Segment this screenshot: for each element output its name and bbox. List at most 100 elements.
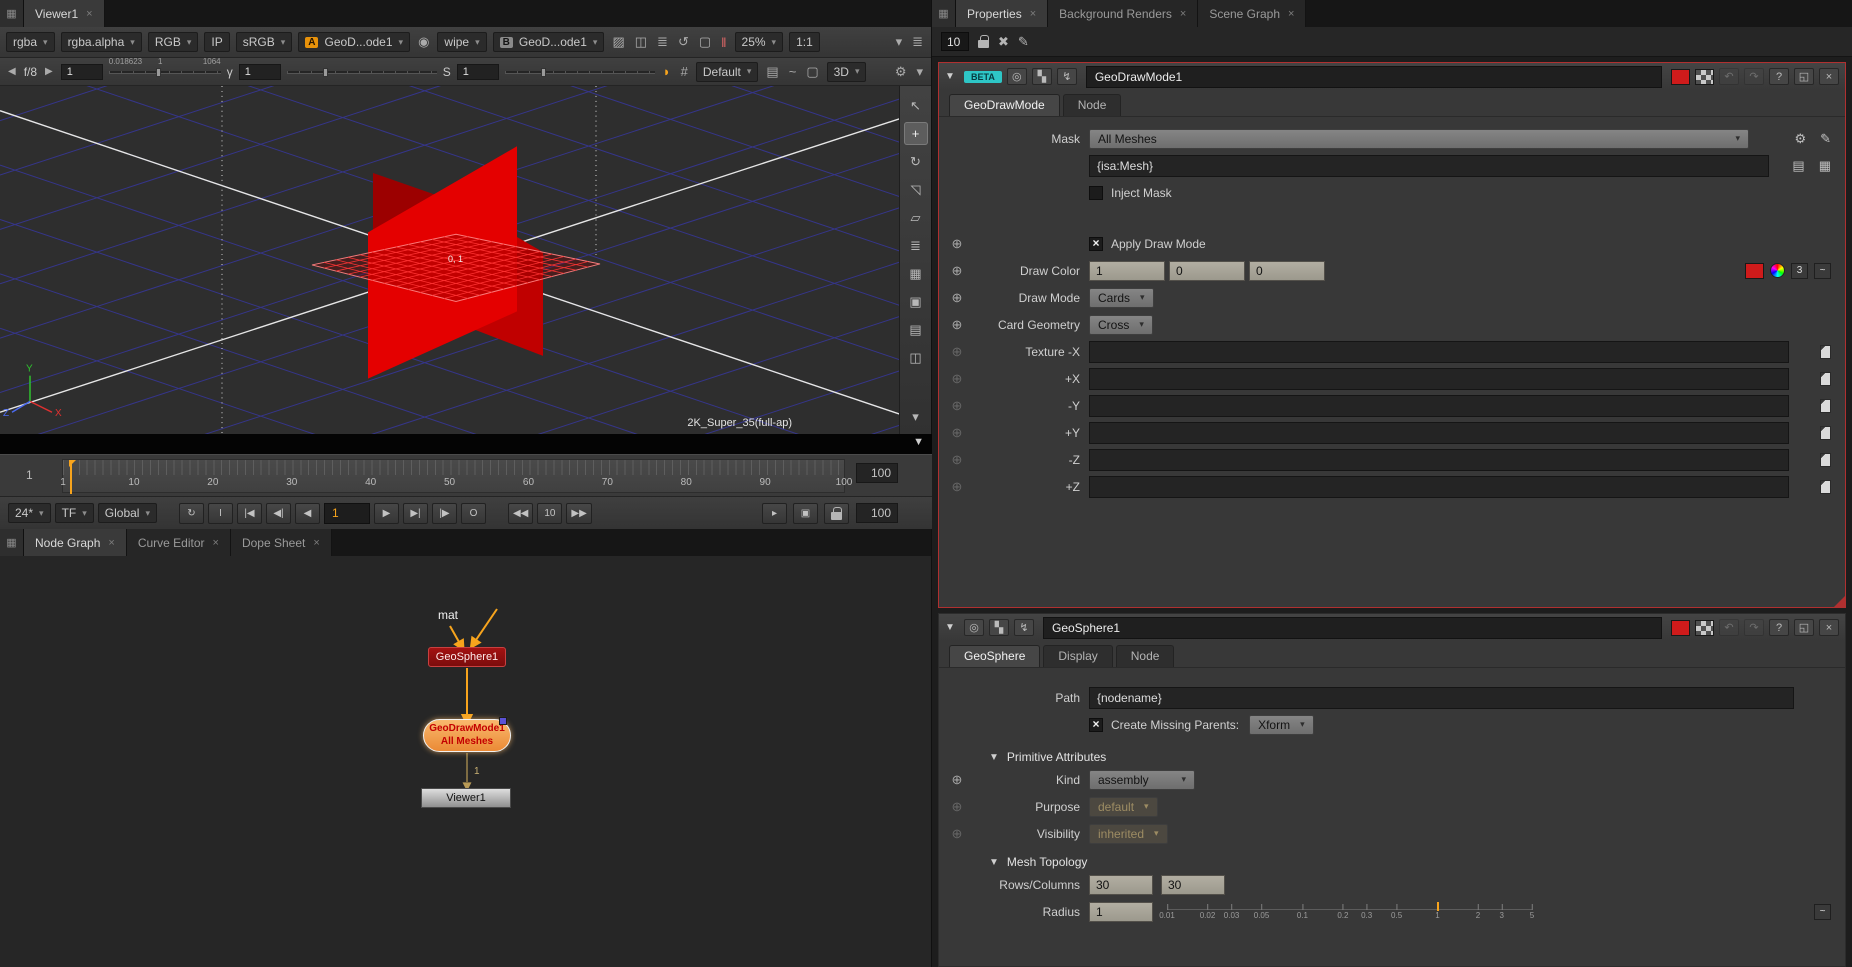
- goto-end-button[interactable]: |▶: [432, 503, 457, 524]
- fstop-prev-icon[interactable]: ◀: [6, 66, 18, 77]
- skew-tool-icon[interactable]: ▱: [904, 206, 928, 229]
- viewport-3d[interactable]: 0, 1 Y X Z 2K_Super_35(full-ap): [0, 86, 900, 434]
- close-icon[interactable]: ×: [1180, 8, 1186, 20]
- proxy-toggle-icon[interactable]: ▨: [610, 34, 626, 50]
- animation-menu-icon[interactable]: ⊕: [939, 317, 975, 333]
- animation-menu-icon[interactable]: ⊕: [939, 425, 975, 441]
- channel-count-button[interactable]: 3: [1791, 263, 1808, 279]
- add-from-scene-icon[interactable]: ▦: [1819, 158, 1831, 174]
- pause-icon[interactable]: ‖: [719, 35, 728, 50]
- lock-panels-icon[interactable]: [978, 40, 989, 48]
- radius-field[interactable]: [1089, 902, 1153, 922]
- gear-icon[interactable]: ⚙: [1794, 131, 1806, 147]
- mesh-topology-section[interactable]: Mesh Topology: [989, 855, 1831, 869]
- node-flags-icon[interactable]: ▚: [1032, 68, 1052, 85]
- node-color-swatch[interactable]: [1671, 69, 1690, 85]
- gate-display-icon[interactable]: ▢: [804, 64, 820, 80]
- animation-curve-icon[interactable]: ~: [1814, 263, 1831, 279]
- input-b-dropdown[interactable]: B GeoD...ode1: [493, 32, 605, 52]
- node-geosphere1[interactable]: GeoSphere1: [428, 647, 506, 667]
- center-in-dag-icon[interactable]: ◎: [1007, 68, 1027, 85]
- step-forward-button[interactable]: ▶▶: [566, 503, 591, 524]
- close-icon[interactable]: ×: [1030, 8, 1036, 20]
- radius-slider-marker[interactable]: [1437, 902, 1439, 911]
- texture-plus-x-field[interactable]: [1089, 368, 1789, 390]
- shading-mode-icon[interactable]: ▤: [904, 318, 928, 341]
- display-preset-dropdown[interactable]: Default: [696, 62, 759, 82]
- playback-range-end-field[interactable]: 100: [856, 503, 898, 523]
- file-browse-icon[interactable]: [1820, 399, 1831, 413]
- file-browse-icon[interactable]: [1820, 345, 1831, 359]
- input-process-button[interactable]: IP: [204, 32, 229, 52]
- node-color-swatch[interactable]: [1671, 620, 1690, 636]
- radius-slider[interactable]: 0.01 0.02 0.03 0.05 0.1 0.2 0.3 0.5 1 2 …: [1167, 900, 1532, 924]
- timeline-mode-dropdown[interactable]: TF: [55, 503, 94, 523]
- timeline-ruler[interactable]: 1 10 20 30 40 50 60 70 80 90 100: [62, 459, 845, 493]
- tab-display[interactable]: Display: [1043, 645, 1112, 667]
- view-mode-3d-dropdown[interactable]: 3D: [827, 62, 867, 82]
- close-icon[interactable]: ×: [213, 537, 219, 549]
- grid-display-icon[interactable]: ▦: [904, 262, 928, 285]
- tab-dope-sheet[interactable]: Dope Sheet×: [231, 529, 332, 556]
- primitive-attributes-section[interactable]: Primitive Attributes: [989, 750, 1831, 764]
- gamma-slider-thumb[interactable]: [323, 68, 328, 77]
- out-point-button[interactable]: O: [461, 503, 486, 524]
- toolbar-overflow-icon[interactable]: ▾: [894, 34, 905, 50]
- close-icon[interactable]: ×: [108, 537, 114, 549]
- mask-expression-field[interactable]: [1089, 155, 1769, 177]
- scale-tool-icon[interactable]: ◹: [904, 178, 928, 201]
- occlusion-mode-icon[interactable]: ◫: [904, 346, 928, 369]
- filmstrip-icon[interactable]: ▤: [764, 64, 780, 80]
- play-reverse-button[interactable]: ◀: [295, 503, 320, 524]
- tab-viewer1[interactable]: Viewer1 ×: [24, 0, 105, 27]
- columns-field[interactable]: [1161, 875, 1225, 895]
- close-panel-icon[interactable]: ×: [1819, 68, 1839, 85]
- viewer-lut-dropdown[interactable]: sRGB: [236, 32, 293, 52]
- zoom-level-dropdown[interactable]: 25%: [735, 32, 784, 52]
- eyedropper-icon[interactable]: ✎: [1820, 131, 1831, 147]
- refresh-icon[interactable]: ↺: [676, 34, 691, 50]
- loop-mode-button[interactable]: ↻: [179, 503, 204, 524]
- scene-list-icon[interactable]: ▤: [1792, 158, 1804, 174]
- animation-menu-icon[interactable]: ⊕: [939, 398, 975, 414]
- close-all-panels-icon[interactable]: ✖: [998, 34, 1009, 50]
- toolbar-menu-icon[interactable]: ≣: [910, 34, 925, 50]
- range-end-field[interactable]: 100: [856, 463, 898, 483]
- gain-slider[interactable]: 0.018623 1 1064: [109, 66, 221, 78]
- draw-color-swatch[interactable]: [1745, 263, 1764, 279]
- roi-icon[interactable]: ▢: [697, 34, 713, 50]
- texture-minus-y-field[interactable]: [1089, 395, 1789, 417]
- animation-menu-icon[interactable]: ⊕: [939, 452, 975, 468]
- animation-menu-icon[interactable]: ⊕: [939, 344, 975, 360]
- node-geodrawmode1[interactable]: GeoDrawMode1 All Meshes: [423, 719, 511, 752]
- animation-curve-icon[interactable]: ~: [1814, 904, 1831, 920]
- saturation-slider-thumb[interactable]: [541, 68, 546, 77]
- in-point-button[interactable]: I: [208, 503, 233, 524]
- fps-dropdown[interactable]: 24*: [8, 503, 51, 523]
- draw-color-g-field[interactable]: [1169, 261, 1245, 281]
- close-panel-icon[interactable]: ×: [1819, 619, 1839, 636]
- close-icon[interactable]: ×: [313, 537, 319, 549]
- frame-range-scope-dropdown[interactable]: Global: [98, 503, 157, 523]
- max-panels-field[interactable]: [941, 32, 969, 51]
- center-in-dag-icon[interactable]: ◎: [964, 619, 984, 636]
- tab-node[interactable]: Node: [1116, 645, 1175, 667]
- path-field[interactable]: [1089, 687, 1794, 709]
- translate-tool-icon[interactable]: +: [904, 122, 928, 145]
- current-frame-field[interactable]: 1: [324, 503, 370, 524]
- tab-node-graph[interactable]: Node Graph×: [24, 529, 127, 556]
- flipbook-button[interactable]: ▸: [762, 503, 787, 524]
- color-wheel-icon[interactable]: [1770, 263, 1785, 278]
- node-flags-icon[interactable]: ▚: [989, 619, 1009, 636]
- select-tool-icon[interactable]: ↖: [904, 94, 928, 117]
- rotate-tool-icon[interactable]: ↻: [904, 150, 928, 173]
- draw-color-b-field[interactable]: [1249, 261, 1325, 281]
- tab-geodrawmode[interactable]: GeoDrawMode: [949, 94, 1060, 116]
- panel-resize-handle[interactable]: [1834, 596, 1845, 607]
- panel-menu-icon[interactable]: ▦: [932, 0, 956, 27]
- panel-menu-icon[interactable]: ▦: [0, 0, 24, 27]
- viewer-settings-icon[interactable]: ⚙: [893, 64, 909, 80]
- float-panel-icon[interactable]: ◱: [1794, 619, 1814, 636]
- step-back-button[interactable]: ◀◀: [508, 503, 533, 524]
- gamma-slider[interactable]: [287, 66, 437, 78]
